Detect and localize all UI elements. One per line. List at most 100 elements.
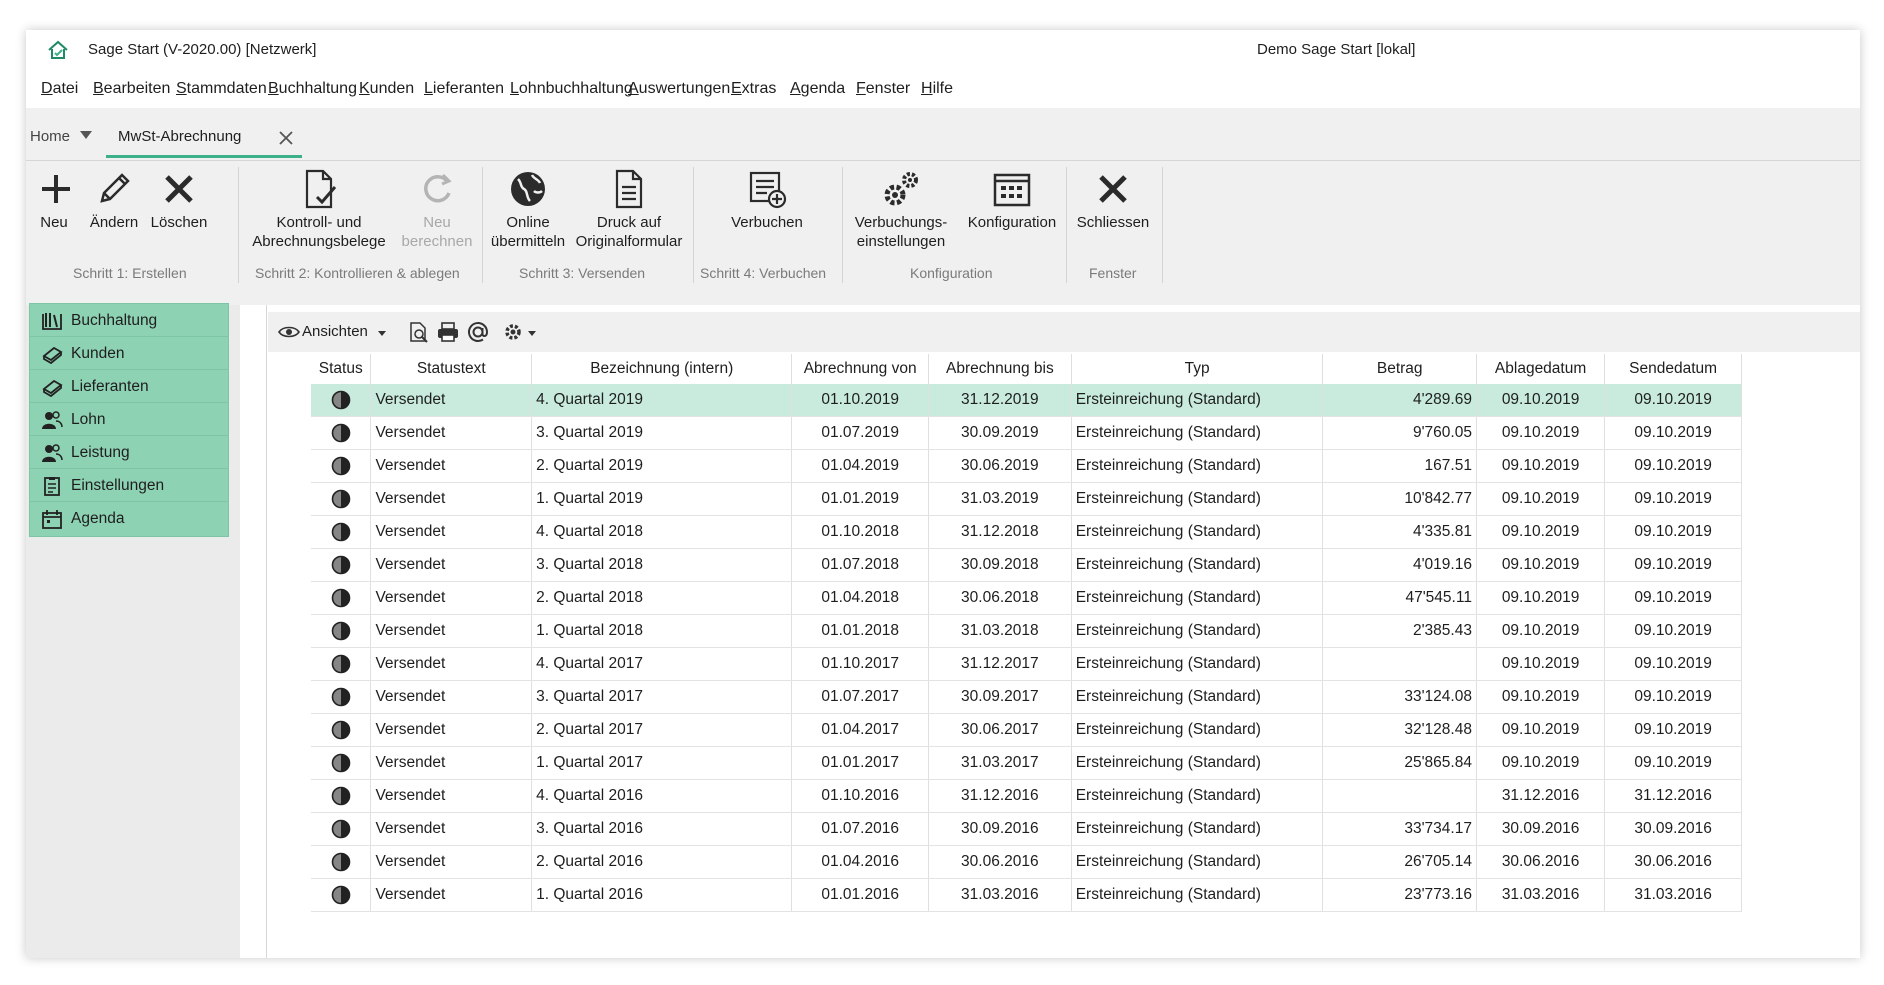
table-row[interactable]: Versendet 1. Quartal 2019 01.01.2019 31.03.… (311, 482, 1742, 516)
sidebar-item-lieferanten[interactable]: Lieferanten (29, 369, 229, 405)
sidebar-item-einstellungen[interactable]: Einstellungen (29, 468, 229, 504)
menu-lieferanten[interactable]: Lieferanten (424, 80, 504, 98)
period-from-cell: 01.04.2016 (791, 845, 929, 879)
edit-button[interactable]: Ändern (86, 161, 142, 261)
menu-auswertungen[interactable]: Auswertungen (628, 80, 730, 98)
column-header[interactable]: Statustext (370, 354, 533, 384)
sidebar-item-label: Buchhaltung (71, 312, 158, 329)
group-separator (842, 167, 843, 283)
amount-cell: 33'124.08 (1322, 680, 1477, 714)
sidebar-item-agenda[interactable]: Agenda (29, 501, 229, 537)
home-dropdown-icon[interactable] (80, 131, 92, 139)
new-button[interactable]: Neu (34, 161, 74, 261)
table-row[interactable]: Versendet 4. Quartal 2019 01.10.2019 31.12.… (311, 384, 1742, 417)
table-row[interactable]: Versendet 2. Quartal 2017 01.04.2017 30.06.… (311, 713, 1742, 747)
delete-button[interactable]: Löschen (148, 161, 210, 261)
status-sent-icon (331, 423, 351, 443)
sent-date-cell: 09.10.2019 (1604, 482, 1742, 516)
table-row[interactable]: Versendet 3. Quartal 2017 01.07.2017 30.09.… (311, 680, 1742, 714)
table-row[interactable]: Versendet 4. Quartal 2016 01.10.2016 31.12.… (311, 779, 1742, 813)
post-button[interactable]: Verbuchen (724, 161, 810, 261)
table-row[interactable]: Versendet 4. Quartal 2017 01.10.2017 31.12.… (311, 647, 1742, 681)
sent-date-cell: 09.10.2019 (1604, 614, 1742, 648)
table-row[interactable]: Versendet 3. Quartal 2018 01.07.2018 30.09.… (311, 548, 1742, 582)
configuration-button[interactable]: Konfiguration (960, 161, 1064, 261)
new-button-label: Neu (40, 214, 68, 231)
menu-label: unden (369, 80, 415, 97)
sidebar-item-buchhaltung[interactable]: Buchhaltung (29, 303, 229, 339)
menu-lohnbuchhaltung[interactable]: Lohnbuchhaltung (510, 80, 633, 98)
table-row[interactable]: Versendet 2. Quartal 2019 01.04.2019 30.06.… (311, 449, 1742, 483)
sent-date-cell: 09.10.2019 (1604, 680, 1742, 714)
column-header[interactable]: Typ (1071, 354, 1324, 384)
type-cell: Ersteinreichung (Standard) (1071, 878, 1324, 912)
control-documents-button[interactable]: Kontroll- und Abrechnungsbelege (248, 161, 390, 261)
settings-gear-icon[interactable] (502, 321, 524, 343)
sent-date-cell: 09.10.2019 (1604, 449, 1742, 483)
sent-date-cell: 09.10.2019 (1604, 581, 1742, 615)
type-cell: Ersteinreichung (Standard) (1071, 384, 1324, 417)
filed-date-cell: 09.10.2019 (1476, 680, 1606, 714)
settings-dropdown-arrow-icon[interactable] (528, 331, 536, 336)
post-button-label: Verbuchen (731, 214, 803, 231)
recalculate-button[interactable]: Neu berechnen (398, 161, 476, 261)
table-row[interactable]: Versendet 4. Quartal 2018 01.10.2018 31.12.… (311, 515, 1742, 549)
views-dropdown-arrow-icon[interactable] (378, 331, 386, 336)
table-row[interactable]: Versendet 3. Quartal 2019 01.07.2019 30.09.… (311, 416, 1742, 450)
amount-cell (1322, 779, 1477, 813)
sidebar-item-lohn[interactable]: Lohn (29, 402, 229, 438)
tab-home[interactable]: Home (30, 128, 70, 145)
menu-extras[interactable]: Extras (731, 80, 776, 98)
column-header[interactable]: Ablagedatum (1476, 354, 1606, 384)
table-row[interactable]: Versendet 3. Quartal 2016 01.07.2016 30.09.… (311, 812, 1742, 846)
table-row[interactable]: Versendet 2. Quartal 2018 01.04.2018 30.06.… (311, 581, 1742, 615)
amount-cell: 25'865.84 (1322, 746, 1477, 780)
period-to-cell: 30.06.2019 (928, 449, 1072, 483)
table-header-row: Status Statustext Bezeichnung (intern) Abre… (311, 354, 1742, 384)
menu-hilfe[interactable]: Hilfe (921, 80, 953, 98)
column-header[interactable]: Abrechnung bis (928, 354, 1072, 384)
status-cell (311, 482, 372, 516)
print-original-form-button[interactable]: Druck auf Originalformular (574, 161, 684, 261)
views-dropdown[interactable]: Ansichten (302, 323, 368, 340)
online-submit-button[interactable]: Online übermitteln (488, 161, 568, 261)
table-row[interactable]: Versendet 1. Quartal 2018 01.01.2018 31.03.… (311, 614, 1742, 648)
column-header[interactable]: Abrechnung von (791, 354, 929, 384)
menu-fenster[interactable]: Fenster (856, 80, 910, 98)
menu-accelerator: B (268, 80, 279, 97)
email-at-icon[interactable] (466, 320, 490, 344)
column-header[interactable]: Sendedatum (1604, 354, 1742, 384)
print-preview-icon[interactable] (408, 321, 430, 343)
table-row[interactable]: Versendet 2. Quartal 2016 01.04.2016 30.06.… (311, 845, 1742, 879)
posting-settings-button[interactable]: Verbuchungs- einstellungen (850, 161, 952, 261)
menu-label: enster (865, 80, 911, 97)
period-to-cell: 30.09.2017 (928, 680, 1072, 714)
column-header[interactable]: Bezeichnung (intern) (531, 354, 793, 384)
menu-buchhaltung[interactable]: Buchhaltung (268, 80, 357, 98)
period-to-cell: 31.12.2017 (928, 647, 1072, 681)
calendar-icon (42, 510, 62, 529)
menu-bearbeiten[interactable]: Bearbeiten (93, 80, 170, 98)
menu-stammdaten[interactable]: Stammdaten (176, 80, 267, 98)
sidebar-item-leistung[interactable]: Leistung (29, 435, 229, 471)
table-row[interactable]: Versendet 1. Quartal 2016 01.01.2016 31.03.… (311, 878, 1742, 912)
close-tab-icon[interactable] (276, 128, 296, 148)
filed-date-cell: 30.09.2016 (1476, 812, 1606, 846)
period-to-cell: 31.03.2018 (928, 614, 1072, 648)
tab-mwst-abrechnung[interactable]: MwSt-Abrechnung (106, 118, 302, 158)
company-title: Demo Sage Start [lokal] (1257, 41, 1416, 58)
column-header[interactable]: Betrag (1322, 354, 1477, 384)
edit-button-label: Ändern (89, 214, 139, 231)
menu-agenda[interactable]: Agenda (790, 80, 845, 98)
group-separator (238, 167, 239, 283)
printer-icon[interactable] (436, 321, 460, 343)
status-sent-icon (331, 588, 351, 608)
menu-kunden[interactable]: Kunden (359, 80, 414, 98)
close-button[interactable]: Schliessen (1072, 161, 1154, 261)
table-row[interactable]: Versendet 1. Quartal 2017 01.01.2017 31.03.… (311, 746, 1742, 780)
sidebar-item-kunden[interactable]: Kunden (29, 336, 229, 372)
menu-datei[interactable]: Datei (41, 80, 78, 98)
column-header[interactable]: Status (311, 354, 372, 384)
period-from-cell: 01.10.2018 (791, 515, 929, 549)
description-cell: 1. Quartal 2016 (531, 878, 793, 912)
